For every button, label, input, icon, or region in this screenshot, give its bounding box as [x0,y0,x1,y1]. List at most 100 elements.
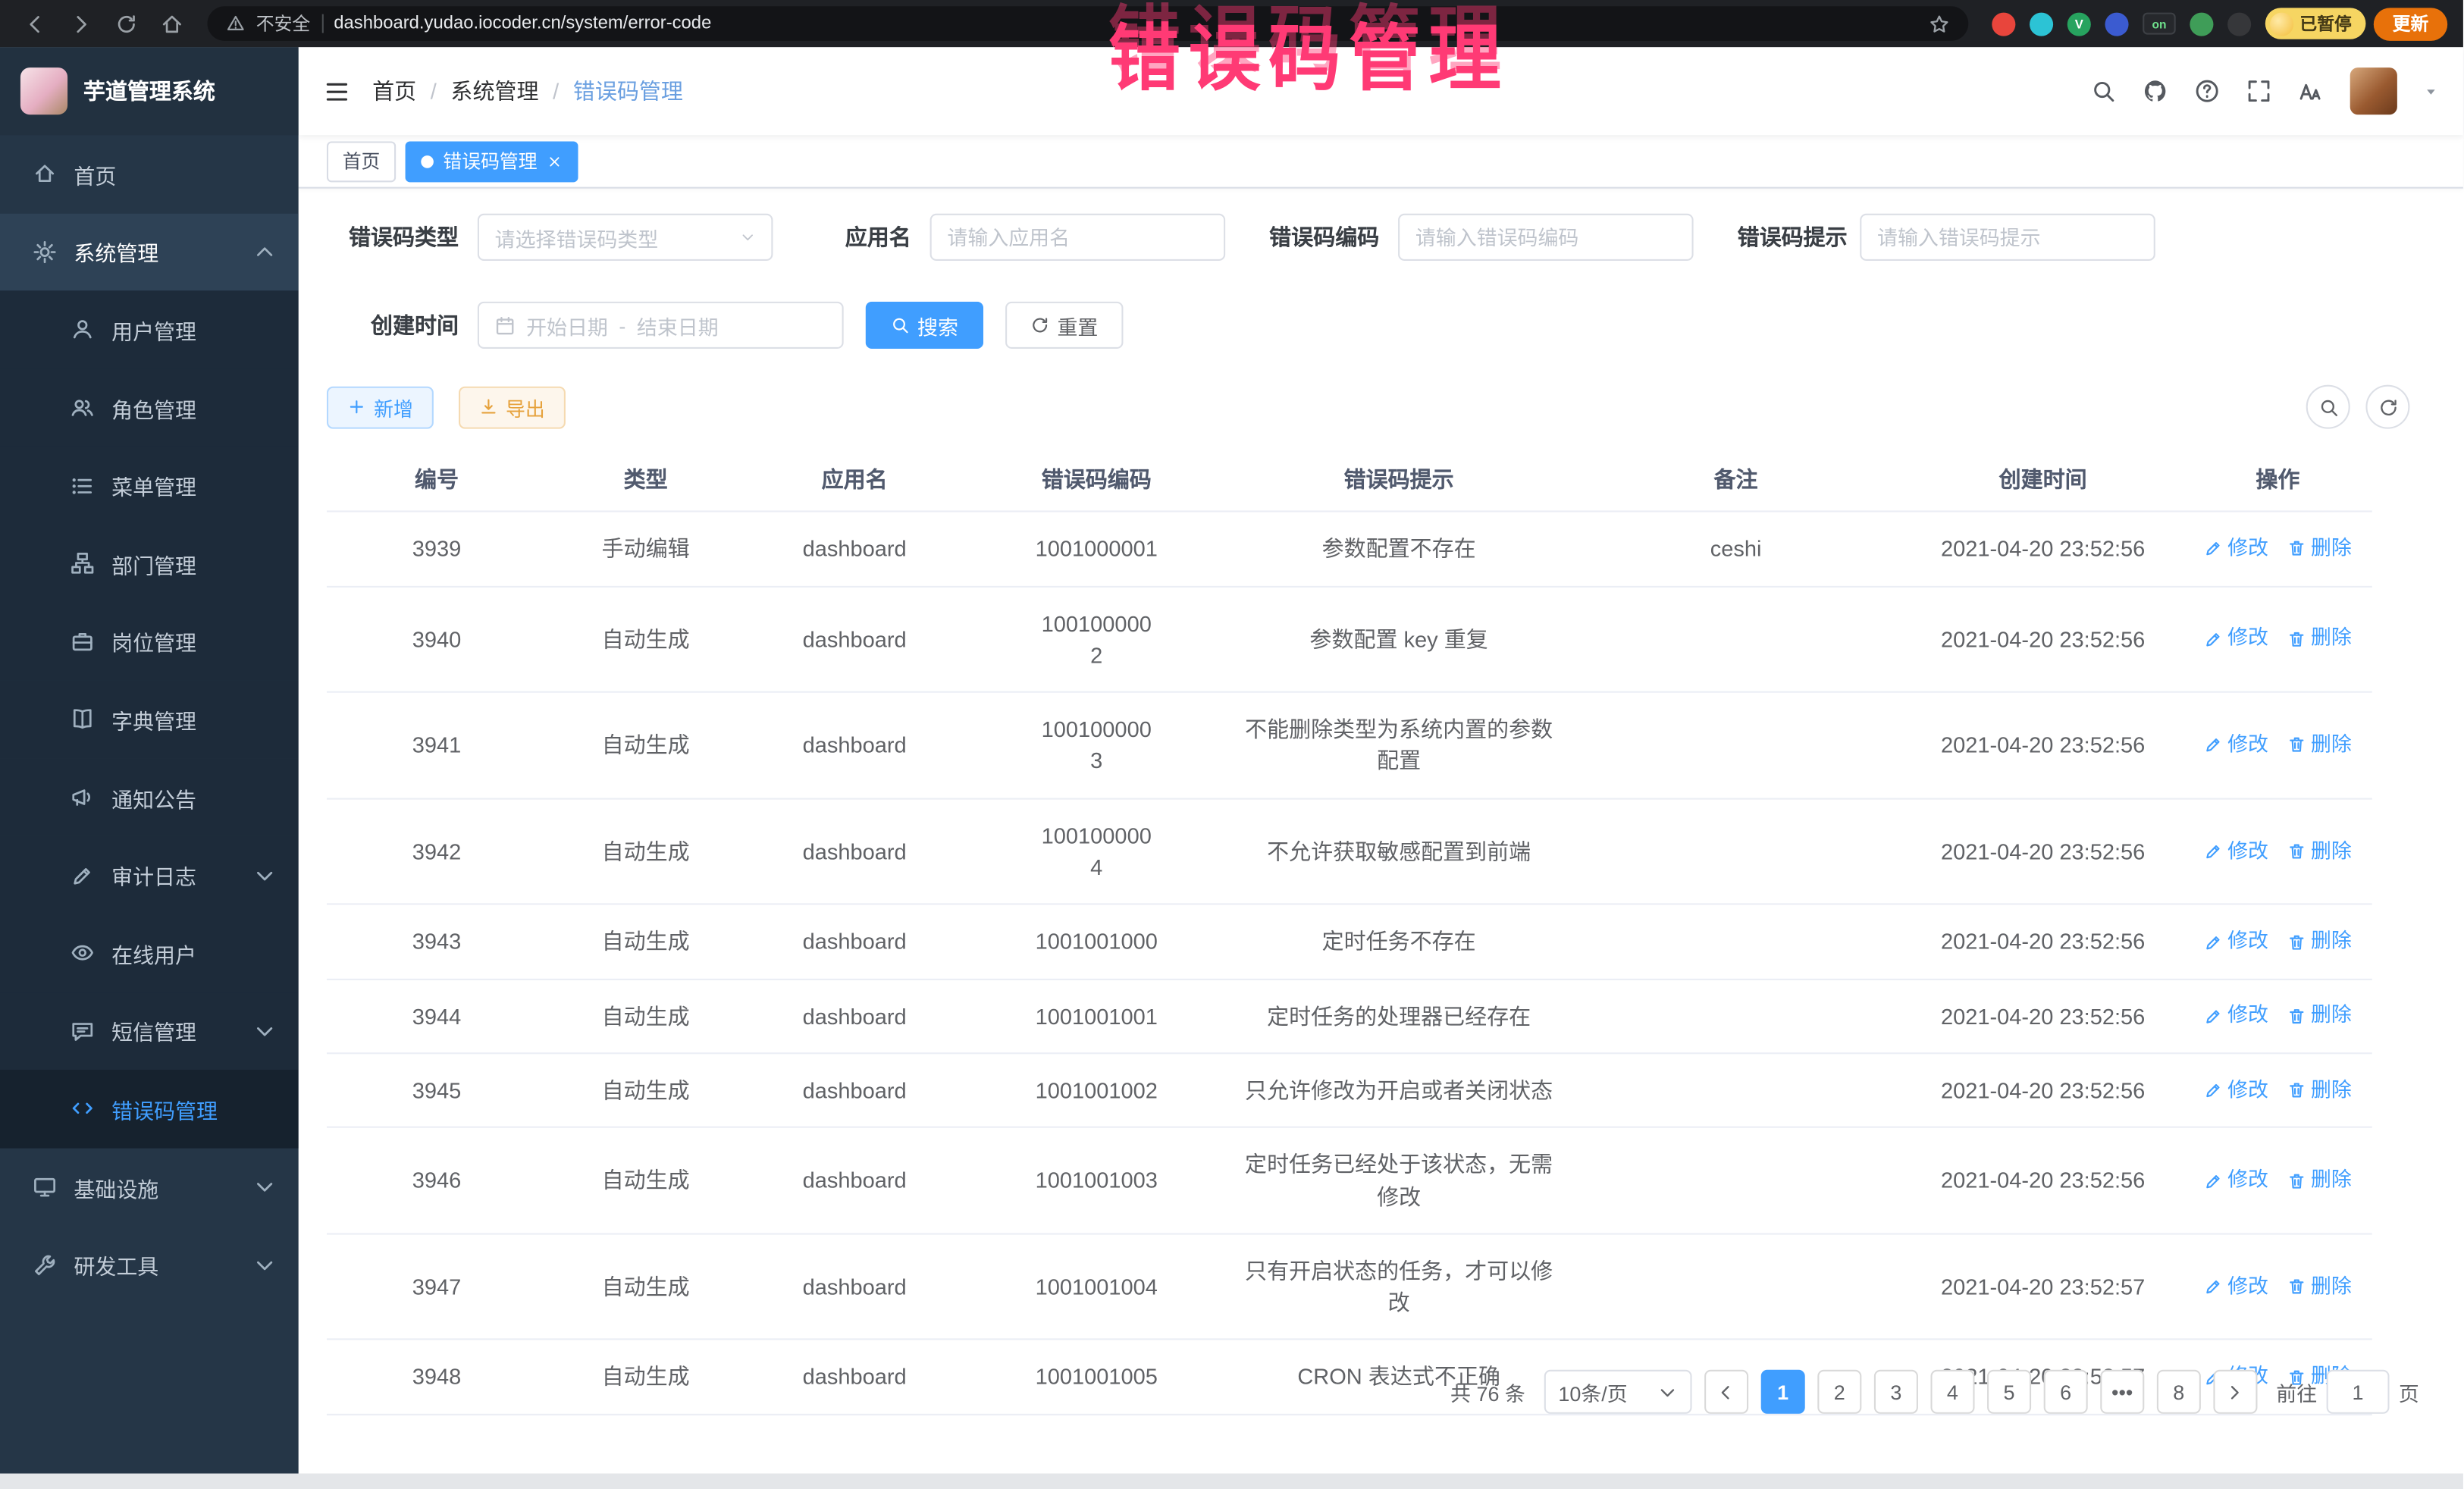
page-button-6[interactable]: 6 [2044,1370,2088,1414]
goto-page-input[interactable] [2327,1370,2390,1414]
proxy-extension-icon[interactable]: on [2143,13,2176,35]
delete-link[interactable]: 删除 [2287,1166,2352,1196]
delete-link[interactable]: 删除 [2287,625,2352,654]
sidebar-item-dept[interactable]: 部门管理 [0,525,299,603]
page-button-4[interactable]: 4 [1930,1370,1974,1414]
browser-home-icon[interactable] [152,5,190,42]
edit-link[interactable]: 修改 [2204,927,2268,957]
colorpicker-extension-icon[interactable] [2030,12,2053,36]
sidebar-item-dev-tool[interactable]: 研发工具 [0,1226,299,1304]
date-range-picker[interactable]: 开始日期 - 结束日期 [478,302,844,349]
fullscreen-icon[interactable] [2246,79,2271,104]
edit-link[interactable]: 修改 [2204,837,2268,867]
url-text: dashboard.yudao.iocoder.cn/system/error-… [334,14,711,33]
add-button[interactable]: 新增 [327,386,434,428]
row-app: dashboard [745,1340,964,1413]
browser-back-icon[interactable] [16,5,54,42]
sidebar-item-user[interactable]: 用户管理 [0,291,299,369]
page-button-8[interactable]: 8 [2157,1370,2201,1414]
delete-link[interactable]: 删除 [2287,1076,2352,1105]
github-icon[interactable] [2143,79,2168,104]
message-icon [69,1019,94,1042]
tab-error-code[interactable]: 错误码管理 [406,140,578,181]
edit-link[interactable]: 修改 [2204,1002,2268,1031]
delete-link[interactable]: 删除 [2287,1002,2352,1031]
export-button[interactable]: 导出 [459,386,566,428]
page-ellipsis[interactable]: ••• [2100,1370,2144,1414]
app-name-label: 应用名 [817,221,911,252]
header-search-icon[interactable] [2091,79,2116,104]
page-button-3[interactable]: 3 [1874,1370,1918,1414]
browser-forward-icon[interactable] [61,5,99,42]
help-icon[interactable] [2195,79,2220,104]
row-msg: 只允许修改为开启或者关闭状态 [1228,1054,1569,1127]
column-header: 创建时间 [1902,448,2183,511]
sidebar-item-system[interactable]: 系统管理 [0,213,299,291]
chevron-up-icon [252,240,277,264]
update-button[interactable]: 更新 [2374,7,2447,40]
sidebar-item-online-user[interactable]: 在线用户 [0,914,299,992]
edit-link[interactable]: 修改 [2204,1076,2268,1105]
tab-home[interactable]: 首页 [327,140,396,181]
delete-link[interactable]: 删除 [2287,731,2352,760]
sidebar-item-menu[interactable]: 菜单管理 [0,447,299,525]
browser-reload-icon[interactable] [107,5,145,42]
table-row: 3947自动生成dashboard1001001004只有开启状态的任务，才可以… [327,1234,2372,1340]
user-avatar[interactable] [2350,67,2397,114]
row-memo [1569,995,1902,1036]
refresh-table-button[interactable] [2365,385,2409,429]
date-range-separator: - [619,313,625,337]
address-divider [321,14,323,33]
avatar-caret-icon[interactable] [2424,84,2438,99]
edit-link[interactable]: 修改 [2204,625,2268,654]
delete-link[interactable]: 删除 [2287,534,2352,564]
recorder-extension-icon[interactable] [1992,12,2015,36]
toggle-search-button[interactable] [2306,385,2350,429]
page-size-select[interactable]: 10条/页 [1544,1370,1692,1414]
breadcrumb-item[interactable]: 系统管理 [450,75,538,106]
next-page-button[interactable] [2213,1370,2257,1414]
page-button-2[interactable]: 2 [1817,1370,1861,1414]
edit-link[interactable]: 修改 [2204,1166,2268,1196]
error-type-select[interactable]: 请选择错误码类型 [478,214,773,261]
delete-link[interactable]: 删除 [2287,837,2352,867]
page-button-5[interactable]: 5 [1987,1370,2031,1414]
error-code-input[interactable] [1398,214,1694,261]
edit-link[interactable]: 修改 [2204,1272,2268,1302]
address-bar[interactable]: 不安全 dashboard.yudao.iocoder.cn/system/er… [208,6,1969,41]
delete-label: 删除 [2311,731,2352,760]
sidebar-item-sms[interactable]: 短信管理 [0,992,299,1071]
paused-badge[interactable]: 已暂停 [2265,8,2366,39]
font-size-icon[interactable] [2298,79,2323,104]
sidebar-item-infra[interactable]: 基础设施 [0,1148,299,1226]
edit-link[interactable]: 修改 [2204,534,2268,564]
stats-extension-icon[interactable] [2105,12,2128,36]
sidebar-item-home[interactable]: 首页 [0,135,299,213]
search-button[interactable]: 搜索 [866,302,983,349]
bookmark-star-icon[interactable] [1929,14,1949,34]
pin-extension-icon[interactable] [2227,12,2251,36]
v-extension-icon[interactable]: V [2067,12,2091,36]
sidebar-item-post[interactable]: 岗位管理 [0,603,299,681]
breadcrumb-item[interactable]: 首页 [372,75,416,106]
sidebar-item-notice[interactable]: 通知公告 [0,758,299,836]
users-icon [69,396,94,419]
row-time: 2021-04-20 23:52:56 [1902,1144,2183,1217]
sidebar-item-audit-log[interactable]: 审计日志 [0,836,299,914]
menu-fold-icon[interactable] [324,78,350,105]
sidebar-item-error-code[interactable]: 错误码管理 [0,1070,299,1148]
page-button-1[interactable]: 1 [1761,1370,1805,1414]
close-icon[interactable] [547,153,563,169]
reset-button[interactable]: 重置 [1005,302,1123,349]
edit-link[interactable]: 修改 [2204,731,2268,760]
row-actions: 修改删除 [2183,604,2372,675]
prev-page-button[interactable] [1704,1370,1748,1414]
error-hint-input[interactable] [1860,214,2155,261]
delete-link[interactable]: 删除 [2287,1272,2352,1302]
sidebar-item-dict[interactable]: 字典管理 [0,680,299,758]
sidebar-item-role[interactable]: 角色管理 [0,368,299,447]
delete-link[interactable]: 删除 [2287,927,2352,957]
app-name-input[interactable] [930,214,1226,261]
leaf-extension-icon[interactable] [2190,12,2213,36]
edit-label: 修改 [2227,1076,2268,1105]
